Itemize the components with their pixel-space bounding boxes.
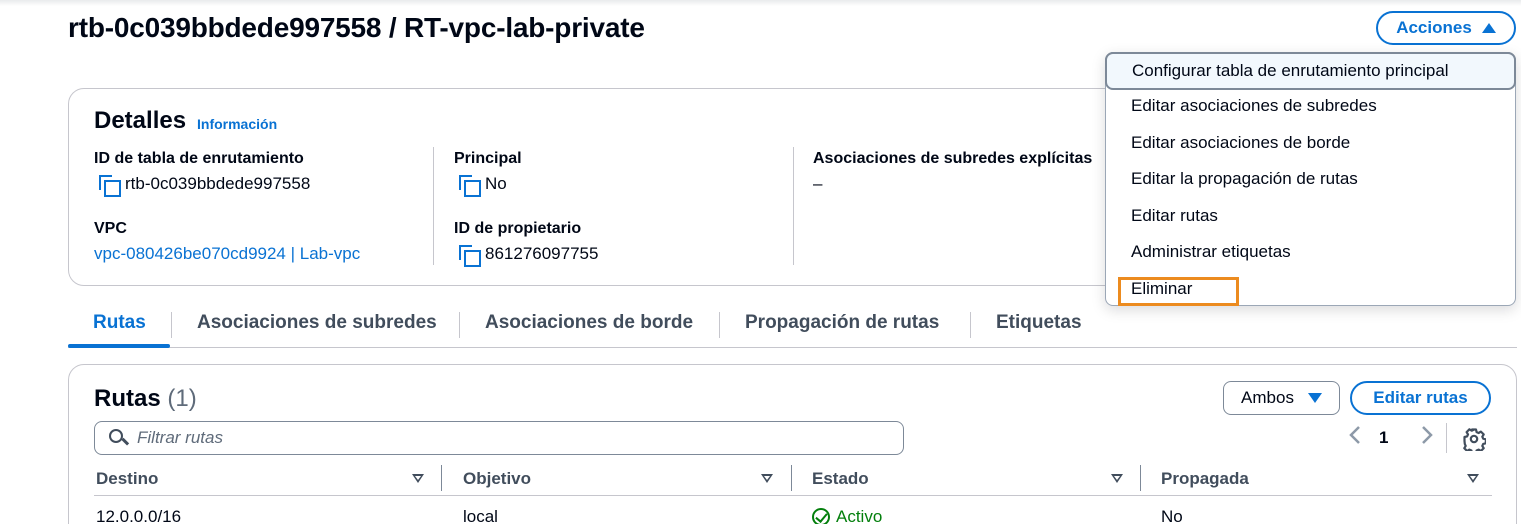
menu-item-delete[interactable]: Eliminar [1106, 272, 1515, 306]
sort-icon[interactable] [412, 474, 424, 483]
page-title: rtb-0c039bbdede997558 / RT-vpc-lab-priva… [68, 12, 645, 43]
details-title: Detalles [94, 107, 187, 134]
sort-icon[interactable] [761, 474, 773, 483]
column-header-status[interactable]: Estado [812, 469, 869, 489]
copy-icon[interactable] [99, 175, 121, 197]
chevron-right-icon[interactable] [1421, 425, 1433, 445]
actions-button-label: Acciones [1396, 18, 1472, 37]
owner-id-label: ID de propietario [454, 220, 582, 237]
menu-item-label: Administrar etiquetas [1131, 242, 1291, 261]
page-number[interactable]: 1 [1379, 428, 1388, 448]
menu-item-edit-edge-associations[interactable]: Editar asociaciones de borde [1106, 126, 1515, 160]
filter-routes-field[interactable] [94, 421, 904, 455]
info-link[interactable]: Información [197, 116, 277, 132]
column-header-propagated[interactable]: Propagada [1161, 469, 1249, 489]
tab-bar: Rutas Asociaciones de subredes Asociacio… [68, 300, 1517, 348]
tab-divider [459, 312, 460, 338]
cell-target: local [463, 507, 498, 524]
search-icon [109, 429, 127, 447]
caret-down-icon [1307, 393, 1322, 403]
menu-item-label: Eliminar [1131, 279, 1193, 298]
main-value: No [459, 174, 507, 197]
column-divider [793, 147, 794, 265]
filter-routes-input[interactable] [137, 428, 837, 448]
top-bar-shadow [0, 0, 1521, 6]
vpc-link[interactable]: vpc-080426be070cd9924 | Lab-vpc [94, 244, 360, 264]
column-divider [433, 147, 434, 265]
menu-item-label: Editar la propagación de rutas [1131, 169, 1358, 188]
actions-menu: Configurar tabla de enrutamiento princip… [1105, 52, 1516, 306]
copy-icon[interactable] [459, 245, 481, 267]
route-filter-select[interactable]: Ambos [1223, 381, 1340, 415]
column-header-destination[interactable]: Destino [96, 469, 158, 489]
menu-item-manage-tags[interactable]: Administrar etiquetas [1106, 235, 1515, 269]
explicit-subnet-associations-value: – [813, 174, 823, 193]
chevron-left-icon[interactable] [1349, 425, 1361, 445]
route-table-id-value: rtb-0c039bbdede997558 [99, 174, 311, 197]
routes-panel: Rutas (1) Ambos Editar rutas 1 Destino O… [68, 364, 1517, 524]
status-text: Activo [836, 507, 883, 524]
tab-routes[interactable]: Rutas [93, 312, 146, 334]
cell-status: Activo [812, 507, 882, 524]
details-panel: Detalles Información ID de tabla de enru… [68, 88, 1198, 286]
active-tab-indicator [68, 344, 170, 348]
menu-item-label: Editar asociaciones de borde [1131, 133, 1351, 152]
column-divider[interactable] [441, 465, 442, 491]
menu-item-label: Editar asociaciones de subredes [1131, 96, 1377, 115]
actions-button[interactable]: Acciones [1376, 11, 1516, 45]
sort-icon[interactable] [1467, 474, 1479, 483]
routes-count: (1) [167, 385, 197, 412]
gear-icon[interactable] [1462, 427, 1487, 455]
owner-id-text: 861276097755 [485, 244, 599, 263]
tab-divider [171, 312, 172, 338]
vpc-label: VPC [94, 220, 127, 237]
menu-item-edit-subnet-associations[interactable]: Editar asociaciones de subredes [1106, 89, 1515, 123]
menu-item-edit-routes[interactable]: Editar rutas [1106, 199, 1515, 233]
routes-title: Rutas (1) [94, 385, 197, 413]
column-divider[interactable] [1140, 465, 1141, 491]
route-table-id-text: rtb-0c039bbdede997558 [125, 174, 311, 193]
pager-divider [1446, 423, 1447, 453]
table-header-divider [94, 495, 1492, 496]
copy-icon[interactable] [459, 175, 481, 197]
cell-destination: 12.0.0.0/16 [96, 507, 182, 524]
cell-propagated: No [1161, 507, 1183, 524]
explicit-subnet-associations-label: Asociaciones de subredes explícitas [813, 150, 1093, 167]
main-value-text: No [485, 174, 507, 193]
routes-title-text: Rutas [94, 385, 161, 412]
menu-item-edit-route-propagation[interactable]: Editar la propagación de rutas [1106, 162, 1515, 196]
caret-up-icon [1481, 23, 1496, 33]
tab-tags[interactable]: Etiquetas [996, 312, 1082, 334]
sort-icon[interactable] [1111, 474, 1123, 483]
check-circle-icon [812, 508, 830, 524]
tab-divider [719, 312, 720, 338]
tab-subnet-associations[interactable]: Asociaciones de subredes [197, 312, 437, 334]
tab-divider [970, 312, 971, 338]
menu-item-label: Configurar tabla de enrutamiento princip… [1132, 61, 1449, 80]
menu-item-label: Editar rutas [1131, 206, 1218, 225]
route-table-id-label: ID de tabla de enrutamiento [94, 150, 304, 167]
column-header-target[interactable]: Objetivo [463, 469, 531, 489]
main-label: Principal [454, 150, 522, 167]
owner-id-value: 861276097755 [459, 244, 599, 267]
route-filter-select-value: Ambos [1241, 388, 1294, 407]
menu-item-set-main-route-table[interactable]: Configurar tabla de enrutamiento princip… [1105, 52, 1516, 90]
tab-edge-associations[interactable]: Asociaciones de borde [485, 312, 693, 334]
edit-routes-button[interactable]: Editar rutas [1350, 381, 1491, 415]
tab-route-propagation[interactable]: Propagación de rutas [745, 312, 939, 334]
column-divider[interactable] [791, 465, 792, 491]
